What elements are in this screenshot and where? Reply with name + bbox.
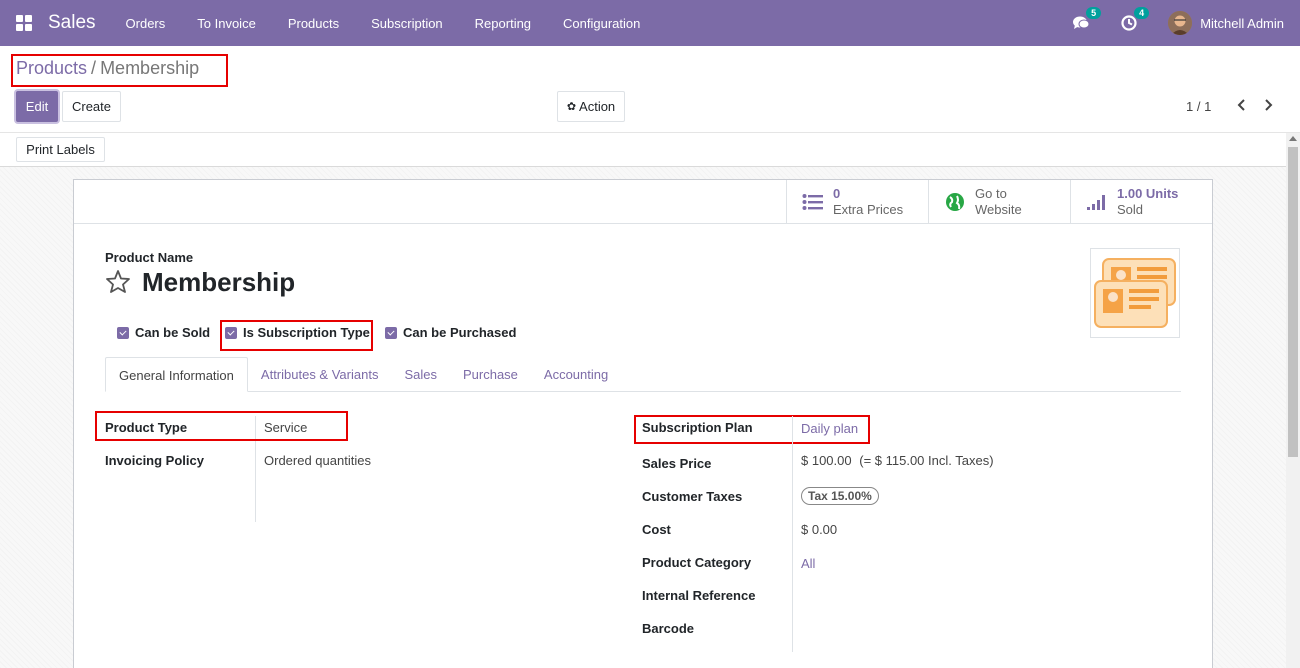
product-name[interactable]: Membership bbox=[142, 267, 295, 298]
sales-price-field[interactable]: $ 100.00 (= $ 115.00 Incl. Taxes) bbox=[801, 453, 994, 468]
can-be-sold-option[interactable]: Can be Sold bbox=[117, 325, 210, 340]
pager-next-button[interactable] bbox=[1264, 97, 1278, 115]
invoicing-policy-label: Invoicing Policy bbox=[105, 453, 204, 468]
action-label: Action bbox=[579, 99, 616, 114]
go-to-website-button[interactable]: Go to Website bbox=[928, 180, 1070, 224]
product-category-field[interactable]: All bbox=[801, 556, 815, 571]
highlight-subscription-plan bbox=[634, 415, 870, 444]
tab-attributes-variants[interactable]: Attributes & Variants bbox=[248, 357, 392, 392]
favorite-star-icon[interactable] bbox=[105, 269, 131, 296]
extra-prices-label: Extra Prices bbox=[833, 202, 904, 217]
cost-field[interactable]: $ 0.00 bbox=[801, 522, 837, 537]
messages-button[interactable]: 5 bbox=[1072, 6, 1103, 32]
scroll-up-arrow[interactable] bbox=[1289, 136, 1297, 141]
toolbar-divider bbox=[0, 132, 1300, 133]
product-category-label: Product Category bbox=[642, 555, 752, 570]
sales-price-value: $ 100.00 bbox=[801, 453, 852, 468]
vertical-scrollbar[interactable] bbox=[1286, 133, 1300, 668]
product-image[interactable] bbox=[1090, 248, 1180, 338]
edit-button[interactable]: Edit bbox=[16, 91, 58, 122]
activities-button[interactable]: 4 bbox=[1120, 6, 1151, 32]
highlight-breadcrumb bbox=[11, 54, 228, 87]
units-sold-value: 1.00 Units bbox=[1117, 186, 1179, 201]
highlight-subscription-type bbox=[220, 320, 373, 351]
sales-price-incl-taxes: (= $ 115.00 Incl. Taxes) bbox=[859, 453, 994, 468]
menu-orders[interactable]: Orders bbox=[110, 16, 182, 31]
units-sold-label: Sold bbox=[1117, 202, 1144, 217]
create-button[interactable]: Create bbox=[62, 91, 121, 122]
user-avatar[interactable] bbox=[1168, 11, 1193, 35]
website-label: Website bbox=[975, 202, 1022, 217]
user-name[interactable]: Mitchell Admin bbox=[1200, 16, 1284, 31]
top-navbar: Sales Orders To Invoice Products Subscri… bbox=[0, 0, 1300, 46]
form-sheet: 0 Extra Prices Go to Website 1.00 Units … bbox=[73, 179, 1213, 668]
signal-icon bbox=[1085, 190, 1109, 214]
form-tabs: General Information Attributes & Variant… bbox=[105, 357, 1181, 392]
menu-reporting[interactable]: Reporting bbox=[459, 16, 547, 31]
menu-configuration[interactable]: Configuration bbox=[547, 16, 656, 31]
tab-accounting[interactable]: Accounting bbox=[531, 357, 621, 392]
highlight-product-type bbox=[95, 411, 348, 441]
can-be-sold-checkbox[interactable] bbox=[117, 326, 129, 339]
gear-icon: ✿ bbox=[566, 101, 577, 113]
can-be-purchased-checkbox[interactable] bbox=[385, 326, 397, 339]
menu-to-invoice[interactable]: To Invoice bbox=[181, 16, 272, 31]
chevron-right-icon bbox=[1265, 99, 1273, 111]
menu-products[interactable]: Products bbox=[272, 16, 355, 31]
tab-general-information[interactable]: General Information bbox=[105, 357, 248, 392]
scroll-thumb[interactable] bbox=[1288, 147, 1298, 457]
chevron-left-icon bbox=[1237, 99, 1245, 111]
barcode-label: Barcode bbox=[642, 621, 695, 636]
action-button[interactable]: ✿ Action bbox=[557, 91, 625, 122]
extra-prices-button[interactable]: 0 Extra Prices bbox=[786, 180, 928, 224]
globe-icon bbox=[943, 190, 967, 214]
print-labels-button[interactable]: Print Labels bbox=[16, 137, 105, 162]
activities-badge: 4 bbox=[1133, 6, 1151, 20]
cost-label: Cost bbox=[642, 522, 671, 537]
apps-menu-icon[interactable] bbox=[16, 15, 32, 31]
pager-value[interactable]: 1 / 1 bbox=[1186, 99, 1211, 114]
customer-taxes-label: Customer Taxes bbox=[642, 489, 743, 504]
units-sold-button[interactable]: 1.00 Units Sold bbox=[1070, 180, 1212, 224]
messages-badge: 5 bbox=[1085, 6, 1103, 20]
pager-previous-button[interactable] bbox=[1236, 97, 1250, 115]
can-be-purchased-option[interactable]: Can be Purchased bbox=[385, 325, 516, 340]
tab-sales[interactable]: Sales bbox=[391, 357, 450, 392]
list-icon bbox=[801, 190, 825, 214]
can-be-purchased-label: Can be Purchased bbox=[403, 325, 517, 340]
menu-subscription[interactable]: Subscription bbox=[355, 16, 459, 31]
sales-price-label: Sales Price bbox=[642, 456, 712, 471]
app-brand[interactable]: Sales bbox=[48, 12, 96, 34]
smart-button-box: 0 Extra Prices Go to Website 1.00 Units … bbox=[786, 180, 1212, 224]
can-be-sold-label: Can be Sold bbox=[135, 325, 211, 340]
right-group-separator bbox=[792, 416, 793, 652]
invoicing-policy-field[interactable]: Ordered quantities bbox=[264, 453, 371, 468]
product-name-label: Product Name bbox=[105, 250, 194, 265]
go-to-text: Go to bbox=[975, 186, 1007, 201]
id-card-icon bbox=[1094, 258, 1176, 328]
internal-reference-label: Internal Reference bbox=[642, 588, 756, 603]
customer-tax-badge[interactable]: Tax 15.00% bbox=[801, 487, 879, 505]
extra-prices-count: 0 bbox=[833, 186, 841, 201]
tab-purchase[interactable]: Purchase bbox=[450, 357, 531, 392]
